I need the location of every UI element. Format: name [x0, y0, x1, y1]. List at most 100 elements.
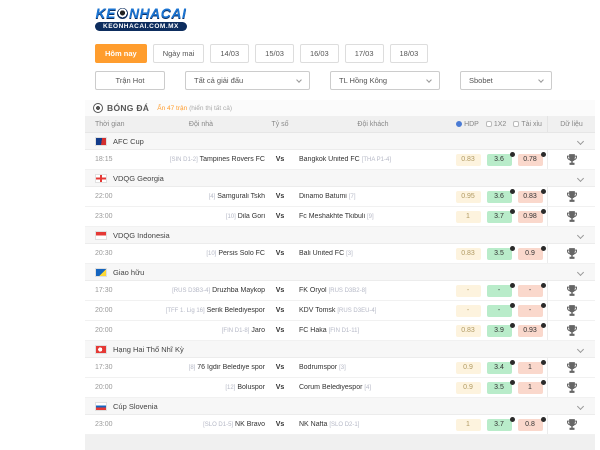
odds-detail-icon[interactable]: [510, 209, 515, 214]
home-team-cell[interactable]: [RUS D3B3-4] Druzhba Maykop: [137, 287, 265, 294]
odds-detail-icon[interactable]: [541, 209, 546, 214]
odds-home[interactable]: 1: [456, 211, 481, 223]
match-row[interactable]: 20:00 [12] Boluspor Vs Corum Belediyespo…: [85, 378, 595, 398]
home-team-cell[interactable]: [SLO D1-5] NK Bravo: [137, 421, 265, 428]
filter-select[interactable]: TL Hồng Kông: [330, 71, 440, 90]
odds-home[interactable]: 0.83: [456, 154, 481, 166]
date-tab-4[interactable]: 16/03: [300, 44, 339, 63]
odds-detail-icon[interactable]: [541, 283, 546, 288]
data-cell[interactable]: [547, 244, 595, 263]
chevron-down-icon[interactable]: [577, 174, 584, 181]
odds-away[interactable]: 0.93: [518, 325, 543, 337]
match-row[interactable]: 17:30 [RUS D3B3-4] Druzhba Maykop Vs FK …: [85, 281, 595, 301]
away-team-cell[interactable]: Bodrumspor [3]: [295, 364, 451, 371]
home-team-cell[interactable]: [12] Boluspor: [137, 384, 265, 391]
odds-detail-icon[interactable]: [510, 283, 515, 288]
odds-draw[interactable]: -: [487, 285, 512, 297]
odds-home[interactable]: 0.83: [456, 248, 481, 260]
odds-draw[interactable]: -: [487, 305, 512, 317]
odds-detail-icon[interactable]: [541, 360, 546, 365]
odds-type-option[interactable]: HDP: [456, 121, 479, 128]
match-row[interactable]: 18:15 [SIN D1-2] Tampines Rovers FC Vs B…: [85, 150, 595, 170]
chevron-down-icon[interactable]: [577, 345, 584, 352]
filter-select[interactable]: Tất cả giải đấu: [185, 71, 310, 90]
odds-draw[interactable]: 3.6: [487, 191, 512, 203]
odds-draw[interactable]: 3.9: [487, 325, 512, 337]
odds-detail-icon[interactable]: [510, 303, 515, 308]
hide-matches-note[interactable]: Ẩn 47 trận (hiển thị tất cả): [157, 105, 232, 112]
odds-draw[interactable]: 3.5: [487, 248, 512, 260]
odds-detail-icon[interactable]: [510, 417, 515, 422]
odds-detail-icon[interactable]: [541, 417, 546, 422]
odds-away[interactable]: 0.98: [518, 211, 543, 223]
odds-detail-icon[interactable]: [541, 380, 546, 385]
chevron-down-icon[interactable]: [577, 231, 584, 238]
odds-away[interactable]: 0.8: [518, 419, 543, 431]
odds-home[interactable]: 0.9: [456, 382, 481, 394]
league-header[interactable]: VDQG Indonesia: [85, 227, 595, 244]
date-tab-3[interactable]: 15/03: [255, 44, 294, 63]
match-row[interactable]: 20:30 [10] Persis Solo FC Vs Bali United…: [85, 244, 595, 264]
league-header[interactable]: AFC Cup: [85, 133, 595, 150]
home-team-cell[interactable]: [SIN D1-2] Tampines Rovers FC: [137, 156, 265, 163]
match-row[interactable]: 17:30 [8] 76 Igdir Belediye spor Vs Bodr…: [85, 358, 595, 378]
date-tab-0[interactable]: Hôm nay: [95, 44, 147, 63]
site-logo[interactable]: KE NHACAI KEONHACAI.COM.MX: [95, 5, 187, 31]
league-header[interactable]: Cúp Slovenia: [85, 398, 595, 415]
match-row[interactable]: 20:00 [FIN D1-8] Jaro Vs FC Haka [FIN D1…: [85, 321, 595, 341]
data-cell[interactable]: [547, 281, 595, 300]
odds-detail-icon[interactable]: [510, 323, 515, 328]
odds-home[interactable]: 0.83: [456, 325, 481, 337]
data-cell[interactable]: [547, 150, 595, 169]
home-team-cell[interactable]: [10] Persis Solo FC: [137, 250, 265, 257]
filter-select[interactable]: Sbobet: [460, 71, 552, 90]
odds-detail-icon[interactable]: [510, 380, 515, 385]
odds-detail-icon[interactable]: [541, 323, 546, 328]
data-cell[interactable]: [547, 358, 595, 377]
away-team-cell[interactable]: KDV Tomsk [RUS D3EU-4]: [295, 307, 451, 314]
away-team-cell[interactable]: Dinamo Batumi [7]: [295, 193, 451, 200]
odds-away[interactable]: 1: [518, 362, 543, 374]
odds-draw[interactable]: 3.7: [487, 211, 512, 223]
odds-home[interactable]: 0.95: [456, 191, 481, 203]
away-team-cell[interactable]: Bali United FC [3]: [295, 250, 451, 257]
data-cell[interactable]: [547, 187, 595, 206]
match-row[interactable]: 22:00 [4] Samgurali Tskh Vs Dinamo Batum…: [85, 187, 595, 207]
odds-away[interactable]: -: [518, 285, 543, 297]
odds-away[interactable]: 0.9: [518, 248, 543, 260]
league-header[interactable]: VDQG Georgia: [85, 170, 595, 187]
odds-away[interactable]: 0.83: [518, 191, 543, 203]
odds-away[interactable]: -: [518, 305, 543, 317]
home-team-cell[interactable]: [10] Dila Gori: [137, 213, 265, 220]
league-header[interactable]: Hạng Hai Thổ Nhĩ Kỳ: [85, 341, 595, 358]
chevron-down-icon[interactable]: [577, 402, 584, 409]
odds-home[interactable]: 0.9: [456, 362, 481, 374]
match-row[interactable]: 23:00 [10] Dila Gori Vs Fc Meshakhte Tki…: [85, 207, 595, 227]
odds-detail-icon[interactable]: [510, 246, 515, 251]
away-team-cell[interactable]: FC Haka [FIN D1-11]: [295, 327, 451, 334]
odds-home[interactable]: -: [456, 305, 481, 317]
away-team-cell[interactable]: FK Oryol [RUS D3B2-8]: [295, 287, 451, 294]
chevron-down-icon[interactable]: [577, 137, 584, 144]
league-header[interactable]: Giao hữu: [85, 264, 595, 281]
home-team-cell[interactable]: [FIN D1-8] Jaro: [137, 327, 265, 334]
data-cell[interactable]: [547, 321, 595, 340]
odds-detail-icon[interactable]: [541, 303, 546, 308]
home-team-cell[interactable]: [4] Samgurali Tskh: [137, 193, 265, 200]
match-row[interactable]: 23:00 [SLO D1-5] NK Bravo Vs NK Nafta [S…: [85, 415, 595, 435]
match-row[interactable]: 20:00 [TFF 1. Lig 16] Serik Belediyespor…: [85, 301, 595, 321]
chevron-down-icon[interactable]: [577, 268, 584, 275]
away-team-cell[interactable]: Fc Meshakhte Tkibuli [9]: [295, 213, 451, 220]
odds-draw[interactable]: 3.5: [487, 382, 512, 394]
radio-icon[interactable]: [456, 121, 462, 127]
odds-away[interactable]: 1: [518, 382, 543, 394]
home-team-cell[interactable]: [TFF 1. Lig 16] Serik Belediyespor: [137, 307, 265, 314]
odds-detail-icon[interactable]: [510, 189, 515, 194]
odds-detail-icon[interactable]: [541, 189, 546, 194]
away-team-cell[interactable]: Corum Belediyespor [4]: [295, 384, 451, 391]
date-tab-6[interactable]: 18/03: [390, 44, 429, 63]
odds-away[interactable]: 0.78: [518, 154, 543, 166]
odds-type-option[interactable]: Tài xỉu: [513, 121, 542, 128]
odds-draw[interactable]: 3.6: [487, 154, 512, 166]
away-team-cell[interactable]: Bangkok United FC [THA P1-4]: [295, 156, 451, 163]
